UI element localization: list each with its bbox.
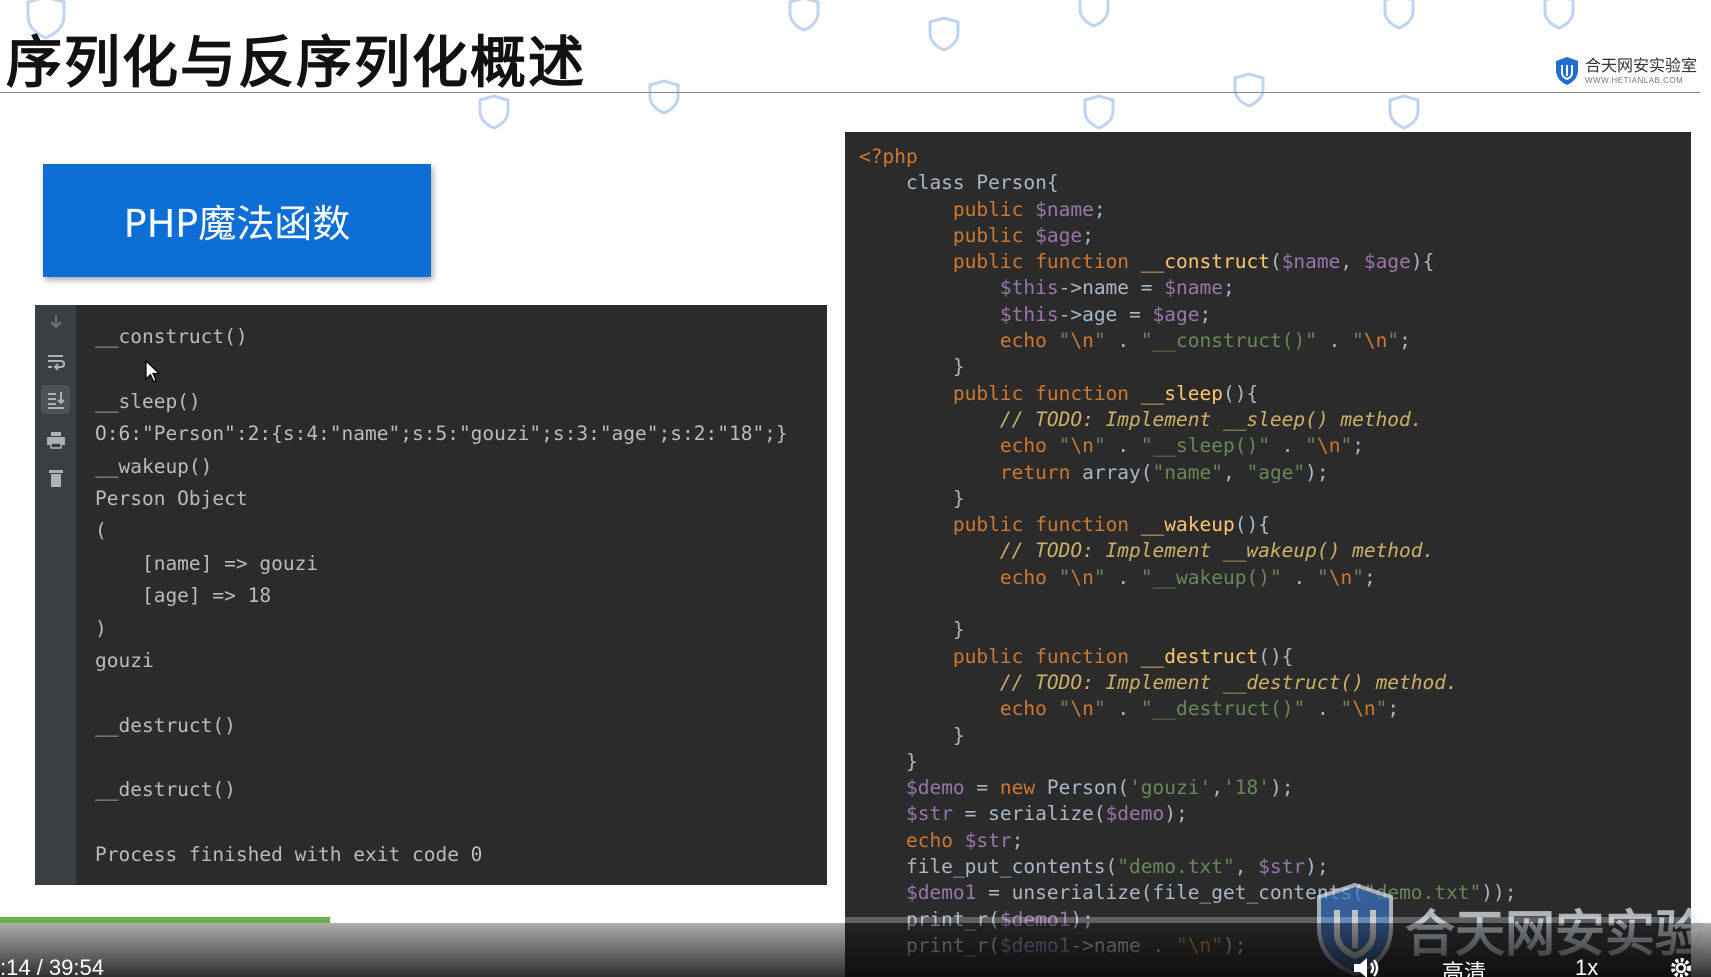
console-line: Process finished with exit code 0 [95, 843, 483, 867]
printer-icon [46, 431, 65, 449]
scroll-down-button[interactable] [41, 307, 70, 336]
title-divider [0, 92, 1700, 93]
brand-url: WWW.HETIANLAB.COM [1585, 75, 1684, 85]
code-line: public function __wakeup(){ [952, 513, 1270, 537]
php-code-panel: <?php class Person{ public $name; public… [845, 132, 1691, 977]
console-line: [age] => 18 [95, 584, 272, 608]
code-line: $str = serialize($demo); [905, 802, 1188, 826]
trash-icon [48, 469, 63, 487]
run-console-panel: __construct() __sleep() O:6:"Person":2:{… [35, 305, 827, 885]
code-line: } [859, 486, 965, 510]
mouse-cursor-icon [145, 360, 161, 383]
clear-all-button[interactable] [41, 463, 70, 492]
code-line: // TODO: Implement __destruct() method. [999, 670, 1458, 694]
code-line: class Person{ [859, 171, 1059, 195]
code-line: echo "\n" . "__wakeup()" . "\n"; [999, 565, 1376, 589]
scroll-to-end-button[interactable] [41, 385, 70, 414]
code-line: // TODO: Implement __wakeup() method. [999, 539, 1435, 563]
code-line: // TODO: Implement __sleep() method. [999, 407, 1423, 431]
code-line: return array("name", "age"); [999, 460, 1329, 484]
code-line: echo "\n" . "__destruct()" . "\n"; [999, 697, 1400, 721]
console-line: gouzi [95, 648, 154, 672]
playback-speed-button[interactable]: 1x [1575, 955, 1598, 977]
code-line: public function __construct($name, $age)… [952, 250, 1435, 274]
code-line: } [859, 723, 965, 747]
brand-name: 合天网安实验室 [1585, 55, 1698, 75]
print-button[interactable] [41, 425, 70, 454]
slide-title: 序列化与反序列化概述 [6, 31, 586, 96]
quality-selector[interactable]: 高清 [1442, 955, 1486, 977]
console-line: __sleep() [95, 389, 201, 413]
code-line: $this->name = $name; [999, 276, 1235, 300]
console-line: __destruct() [95, 713, 236, 737]
code-line: public function __destruct(){ [952, 644, 1294, 668]
soft-wrap-button[interactable] [41, 346, 70, 375]
shield-logo-icon [1556, 57, 1578, 85]
box-label: PHP魔法函数 [123, 202, 351, 246]
code-line: } [859, 618, 965, 642]
soft-wrap-icon [47, 354, 65, 370]
code-line: } [859, 355, 965, 379]
playback-time: :14 / 39:54 [0, 955, 104, 977]
scroll-to-end-icon [47, 391, 65, 409]
code-line: $demo = new Person('gouzi','18'); [905, 776, 1294, 800]
code-listing: <?php class Person{ public $name; public… [859, 144, 1516, 959]
console-line: [name] => gouzi [95, 551, 319, 575]
magic-functions-label-box: PHP魔法函数 [43, 164, 431, 277]
console-line: Person Object [95, 486, 248, 510]
code-line: file_put_contents("demo.txt", $str); [859, 855, 1329, 879]
code-line: public $age; [952, 223, 1094, 247]
settings-gear-icon[interactable] [1668, 955, 1694, 977]
console-line: __construct() [95, 325, 248, 348]
console-line: ) [95, 616, 107, 640]
console-line: __wakeup() [95, 454, 213, 478]
console-line: O:6:"Person":2:{s:4:"name";s:5:"gouzi";s… [95, 422, 788, 446]
code-line: public $name; [952, 197, 1106, 221]
code-line: echo $str; [905, 828, 1024, 852]
code-line: } [859, 749, 918, 773]
code-line: $this->age = $age; [999, 302, 1212, 326]
code-line: echo "\n" . "__construct()" . "\n"; [999, 329, 1411, 353]
volume-icon[interactable] [1352, 955, 1384, 977]
code-line: echo "\n" . "__sleep()" . "\n"; [999, 434, 1364, 458]
console-toolbar [35, 305, 76, 885]
console-output: __construct() __sleep() O:6:"Person":2:{… [95, 321, 817, 872]
console-line: ( [95, 519, 107, 543]
brand-logo: 合天网安实验室 WWW.HETIANLAB.COM [1555, 56, 1697, 86]
arrow-down-icon [49, 314, 62, 328]
console-line: __destruct() [95, 778, 236, 802]
code-line: public function __sleep(){ [952, 381, 1259, 405]
code-line: <?php [859, 145, 918, 168]
